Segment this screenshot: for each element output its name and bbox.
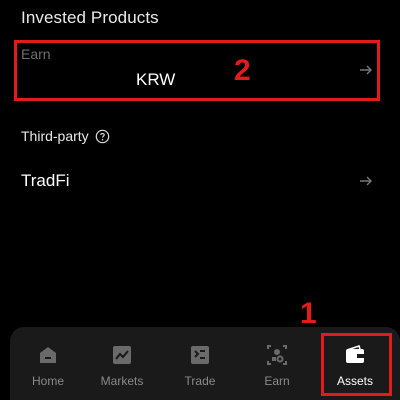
home-icon (40, 347, 56, 363)
nav-trade[interactable]: Trade (162, 327, 238, 400)
chart-icon (113, 346, 131, 364)
help-circle-icon[interactable] (95, 129, 110, 144)
annotation-number-2: 2 (234, 54, 251, 87)
nav-label-trade: Trade (184, 374, 216, 388)
third-party-heading: Third-party (21, 128, 110, 144)
nav-earn[interactable]: Earn (239, 327, 315, 400)
earn-label: Earn (21, 46, 51, 62)
nav-markets[interactable]: Markets (84, 327, 160, 400)
third-party-label: Third-party (21, 128, 89, 144)
nav-label-markets: Markets (100, 374, 144, 388)
nav-home[interactable]: Home (10, 327, 86, 400)
earn-krw-row[interactable]: Earn KRW (14, 40, 384, 104)
nav-label-assets: Assets (336, 374, 373, 388)
wallet-icon (346, 344, 364, 363)
tradfi-row[interactable]: TradFi (14, 164, 384, 198)
nav-label-home: Home (31, 374, 64, 388)
trade-icon (191, 346, 209, 364)
arrow-right-icon (360, 65, 372, 75)
bottom-navigation: Home Markets Trade Earn Assets (10, 327, 400, 400)
tradfi-label: TradFi (21, 171, 70, 190)
nav-label-earn: Earn (264, 374, 290, 388)
arrow-right-icon (360, 176, 372, 186)
invested-products-title: Invested Products (21, 8, 159, 27)
nav-assets[interactable]: Assets (317, 327, 393, 400)
earn-currency-label: KRW (136, 70, 176, 89)
annotation-number-1: 1 (300, 297, 317, 330)
earn-icon (267, 345, 287, 365)
